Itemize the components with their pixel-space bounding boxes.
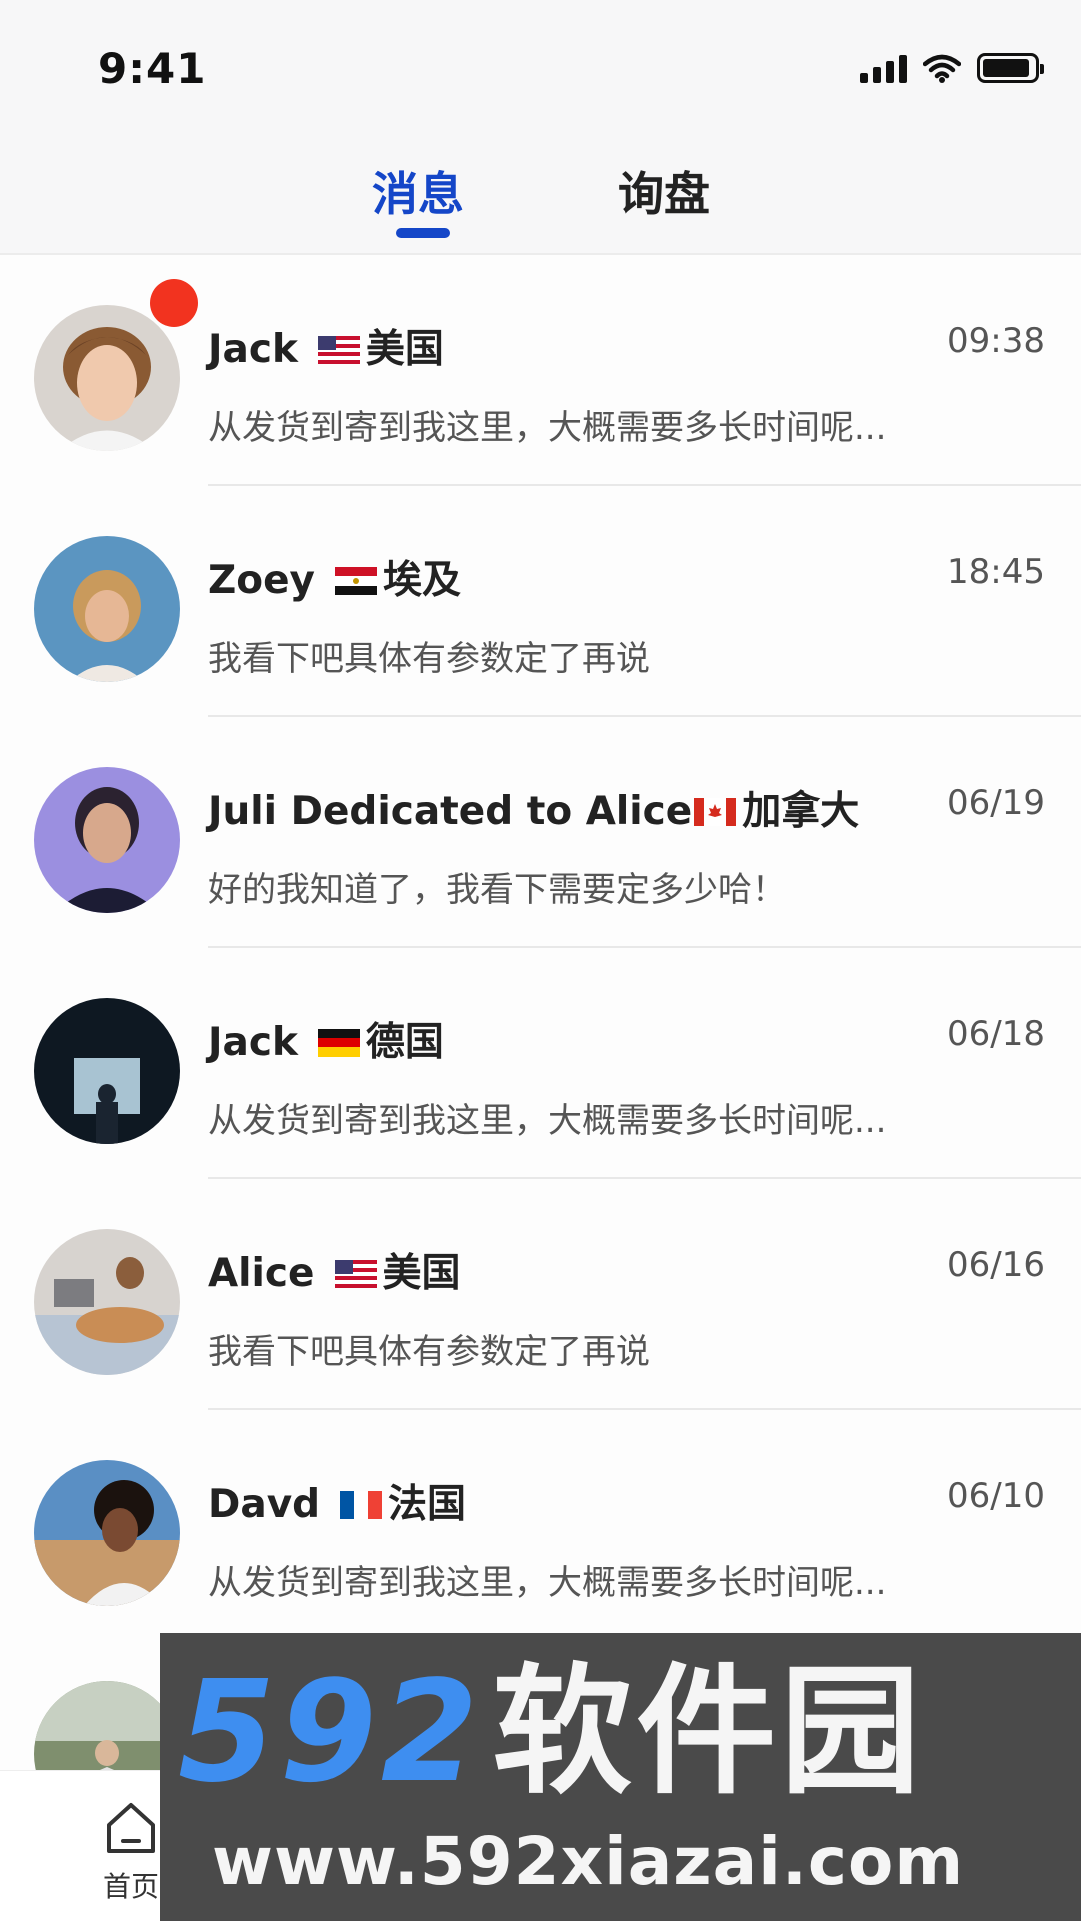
message-time: 06/16 [947,1245,1045,1285]
message-row[interactable]: Zoey 埃及 18:45 我看下吧具体有参数定了再说 [0,486,1081,717]
active-tab-indicator [396,228,450,238]
unread-badge [150,279,198,327]
avatar [34,1229,180,1375]
watermark-logo-number: 592 [178,1651,483,1814]
contact-name: Zoey 埃及 [208,549,461,605]
avatar [34,767,180,913]
contact-name-text: Jack [208,1020,298,1065]
message-time: 06/10 [947,1476,1045,1516]
message-row[interactable]: Juli Dedicated to Alice 加拿大 06/19 好的我知道了，… [0,717,1081,948]
canada-flag-icon [694,791,737,836]
message-row[interactable]: Alice 美国 06/16 我看下吧具体有参数定了再说 [0,1179,1081,1410]
wifi-icon [923,54,961,83]
message-row[interactable]: Jack 美国 09:38 从发货到寄到我这里，大概需要多长时间呢... [0,255,1081,486]
contact-name: Jack 美国 [208,318,444,374]
message-time: 18:45 [947,552,1045,592]
avatar [34,536,180,682]
watermark-url: www.592xiazai.com [212,1823,965,1900]
contact-name-text: Davd [208,1482,321,1527]
contact-name-text: Juli Dedicated to Alice [208,789,693,834]
nav-home[interactable]: 首页 [96,1797,166,1905]
message-preview: 我看下吧具体有参数定了再说 [208,1332,650,1372]
contact-name-text: Jack [208,327,298,372]
germany-flag-icon [317,1022,360,1067]
contact-name: Juli Dedicated to Alice 加拿大 [208,780,859,836]
contact-country: 美国 [365,327,444,372]
message-preview: 好的我知道了，我看下需要定多少哈！ [208,870,786,910]
contact-name: Davd 法国 [208,1473,466,1529]
avatar [34,998,180,1144]
message-time: 06/18 [947,1014,1045,1054]
egypt-flag-icon [334,560,377,605]
avatar [34,1460,180,1606]
contact-country: 美国 [382,1251,461,1296]
us-flag-icon [334,1253,377,1298]
tab-inquiries[interactable]: 询盘 [618,158,710,224]
message-time: 09:38 [947,321,1045,361]
status-time: 9:41 [98,44,207,93]
home-icon [107,1803,155,1853]
message-preview: 从发货到寄到我这里，大概需要多长时间呢... [208,1563,887,1603]
tab-header: 消息 询盘 [0,120,1081,255]
status-bar: 9:41 [0,0,1081,120]
message-time: 06/19 [947,783,1045,823]
message-list: Jack 美国 09:38 从发货到寄到我这里，大概需要多长时间呢... Zoey… [0,255,1081,1872]
nav-home-label: 首页 [102,1870,159,1903]
message-preview: 从发货到寄到我这里，大概需要多长时间呢... [208,1101,887,1141]
screen: 9:41 消息 询盘 Jack 美国 09:38 从发货到寄到我这里，大概需要多… [0,0,1081,1921]
watermark-logo: 592软件园 [178,1663,924,1803]
contact-country: 埃及 [382,558,461,603]
contact-country: 加拿大 [742,789,860,834]
contact-name-text: Zoey [208,558,315,603]
watermark-logo-text: 软件园 [492,1651,925,1814]
message-row[interactable]: Jack 德国 06/18 从发货到寄到我这里，大概需要多长时间呢... [0,948,1081,1179]
contact-name: Jack 德国 [208,1011,444,1067]
signal-icon [860,53,907,83]
contact-name: Alice 美国 [208,1242,461,1298]
contact-country: 法国 [388,1482,467,1527]
message-preview: 我看下吧具体有参数定了再说 [208,639,650,679]
message-row[interactable]: Davd 法国 06/10 从发货到寄到我这里，大概需要多长时间呢... [0,1410,1081,1641]
avatar [34,305,180,451]
watermark: 592软件园 www.592xiazai.com [160,1633,1081,1921]
tab-messages[interactable]: 消息 [372,158,464,224]
us-flag-icon [317,329,360,374]
contact-country: 德国 [365,1020,444,1065]
message-preview: 从发货到寄到我这里，大概需要多长时间呢... [208,408,887,448]
status-icons [860,48,1044,88]
battery-icon [977,53,1044,83]
contact-name-text: Alice [208,1251,315,1296]
france-flag-icon [340,1484,383,1529]
